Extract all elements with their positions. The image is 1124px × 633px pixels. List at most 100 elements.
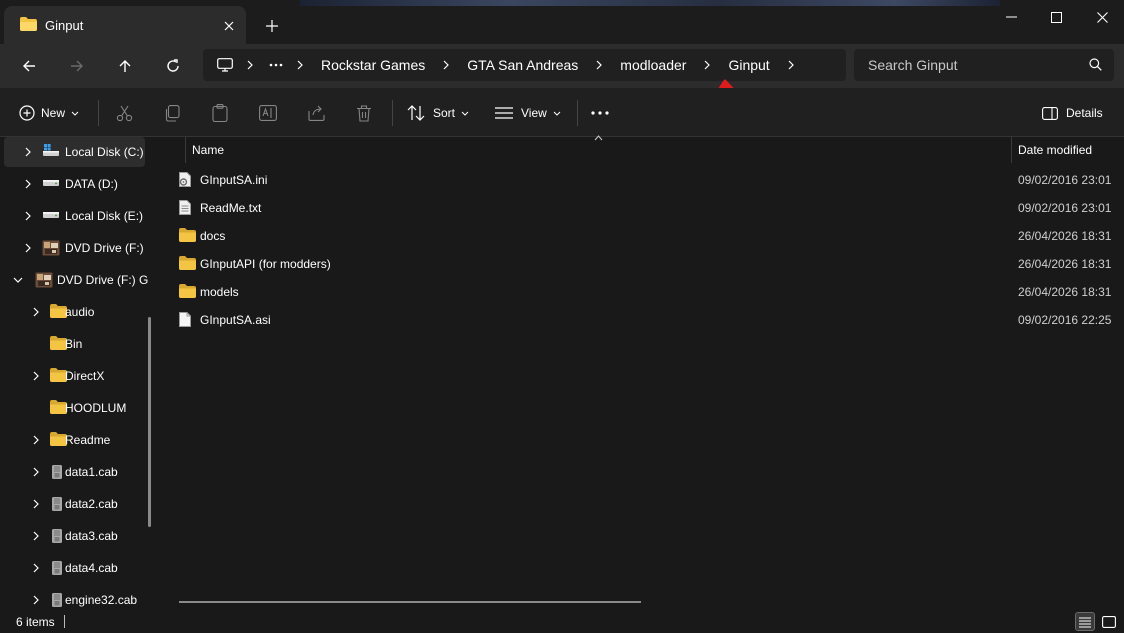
sidebar-item-data-d[interactable]: DATA (D:) (4, 169, 145, 199)
up-arrow-icon[interactable] (111, 53, 139, 79)
file-date-modified: 09/02/2016 23:01 (1018, 173, 1112, 187)
chevron-right-icon[interactable] (22, 210, 34, 222)
more-options-icon[interactable] (591, 101, 609, 125)
sidebar-item-data3-cab[interactable]: data3.cab (4, 521, 145, 551)
toolbar-divider (392, 100, 393, 126)
search-icon[interactable] (1089, 58, 1102, 71)
this-pc-icon[interactable] (217, 58, 233, 72)
sidebar-item-dvd-drive-f[interactable]: DVD Drive (F:) (4, 233, 145, 263)
forward-arrow-icon[interactable] (63, 53, 91, 79)
breadcrumb-ginput[interactable]: Ginput (718, 57, 779, 73)
file-row[interactable]: docs 26/04/2026 18:31 (173, 222, 1124, 250)
sidebar-item-label: Bin (65, 337, 83, 351)
breadcrumb-gta-san-andreas[interactable]: GTA San Andreas (457, 57, 588, 73)
file-name: docs (200, 229, 226, 243)
sidebar-item-label: DVD Drive (F:) G (57, 273, 149, 287)
file-name: GInputSA.asi (200, 313, 271, 327)
sidebar-item-dvd-drive-f-g[interactable]: DVD Drive (F:) G (4, 265, 149, 295)
chevron-right-icon[interactable] (22, 242, 34, 254)
paste-icon[interactable] (212, 101, 228, 125)
chevron-right-icon[interactable] (30, 466, 42, 478)
sidebar-item-data2-cab[interactable]: data2.cab (4, 489, 145, 519)
file-row[interactable]: models 26/04/2026 18:31 (173, 278, 1124, 306)
search-box[interactable]: Search Ginput (854, 49, 1114, 81)
tab-ginput[interactable]: Ginput (4, 6, 246, 44)
chevron-right-icon[interactable] (22, 146, 34, 158)
address-bar[interactable]: Rockstar Games GTA San Andreas modloader… (203, 49, 846, 81)
navigation-pane[interactable]: Local Disk (C:) DATA (D:) Local Disk (E:) D… (0, 137, 161, 610)
column-header-name[interactable]: Name (192, 143, 224, 157)
chevron-right-icon[interactable] (780, 60, 802, 70)
sidebar-item-directx[interactable]: DirectX (4, 361, 145, 391)
new-tab-icon[interactable] (260, 14, 284, 38)
breadcrumb-rockstar-games[interactable]: Rockstar Games (311, 57, 435, 73)
text-file-icon (179, 200, 191, 215)
sort-button[interactable]: Sort (407, 101, 469, 125)
chevron-right-icon[interactable] (239, 60, 261, 70)
toolbar-divider (577, 100, 578, 126)
maximize-icon[interactable] (1033, 4, 1079, 30)
chevron-right-icon[interactable] (30, 530, 42, 542)
more-path-icon[interactable] (269, 63, 283, 67)
sidebar-item-data1-cab[interactable]: data1.cab (4, 457, 145, 487)
sidebar-item-label: data1.cab (65, 465, 118, 479)
refresh-icon[interactable] (159, 53, 187, 79)
file-row[interactable]: GInputAPI (for modders) 26/04/2026 18:31 (173, 250, 1124, 278)
minimize-icon[interactable] (988, 4, 1034, 30)
sidebar-item-engine32-cab[interactable]: engine32.cab (4, 585, 145, 610)
sidebar-item-hoodlum[interactable]: HOODLUM (4, 393, 145, 423)
chevron-right-icon[interactable] (30, 498, 42, 510)
sidebar-scrollbar[interactable] (148, 317, 151, 527)
file-date-modified: 26/04/2026 18:31 (1018, 257, 1112, 271)
chevron-right-icon[interactable] (30, 370, 42, 382)
breadcrumb-modloader[interactable]: modloader (610, 57, 696, 73)
chevron-right-icon[interactable] (435, 60, 457, 70)
chevron-right-icon[interactable] (30, 594, 42, 606)
tab-title: Ginput (45, 18, 84, 33)
sidebar-item-audio[interactable]: audio (4, 297, 145, 327)
chevron-right-icon[interactable] (30, 434, 42, 446)
chevron-right-icon[interactable] (30, 562, 42, 574)
plus-circle-icon (19, 105, 35, 121)
chevron-right-icon[interactable] (22, 178, 34, 190)
sidebar-item-local-disk-c[interactable]: Local Disk (C:) (4, 137, 145, 167)
file-row[interactable]: GInputSA.ini 09/02/2016 23:01 (173, 166, 1124, 194)
horizontal-scrollbar[interactable] (179, 601, 641, 603)
view-button[interactable]: View (495, 101, 561, 125)
drive-icon (42, 176, 60, 192)
delete-icon[interactable] (356, 101, 372, 125)
navigation-bar: Rockstar Games GTA San Andreas modloader… (0, 44, 1124, 88)
details-pane-button[interactable]: Details (1042, 101, 1103, 125)
sidebar-item-bin[interactable]: Bin (4, 329, 145, 359)
title-bar: Ginput (0, 0, 1124, 44)
chevron-down-icon (461, 111, 469, 116)
file-row[interactable]: ReadMe.txt 09/02/2016 23:01 (173, 194, 1124, 222)
file-icon (179, 312, 191, 327)
column-header-date-modified[interactable]: Date modified (1018, 143, 1092, 157)
cut-icon[interactable] (116, 101, 133, 125)
sidebar-item-readme[interactable]: Readme (4, 425, 145, 455)
chevron-right-icon[interactable] (588, 60, 610, 70)
file-row[interactable]: GInputSA.asi 09/02/2016 22:25 (173, 306, 1124, 334)
chevron-right-icon[interactable] (289, 60, 311, 70)
column-divider[interactable] (1011, 137, 1012, 163)
sidebar-item-local-disk-e[interactable]: Local Disk (E:) (4, 201, 145, 231)
column-divider[interactable] (185, 137, 186, 163)
chevron-down-icon[interactable] (12, 274, 24, 286)
close-tab-icon[interactable] (218, 15, 240, 37)
new-button[interactable]: New (19, 101, 79, 125)
sidebar-item-data4-cab[interactable]: data4.cab (4, 553, 145, 583)
sidebar-item-label: DVD Drive (F:) (65, 241, 144, 255)
rename-icon[interactable] (259, 101, 277, 125)
large-icons-view-icon[interactable] (1099, 612, 1119, 631)
share-icon[interactable] (308, 101, 325, 125)
sidebar-item-label: data2.cab (65, 497, 118, 511)
chevron-right-icon[interactable] (696, 60, 718, 70)
close-window-icon[interactable] (1079, 4, 1124, 30)
drive-icon (42, 208, 60, 224)
copy-icon[interactable] (164, 101, 180, 125)
search-placeholder: Search Ginput (868, 57, 958, 73)
details-view-icon[interactable] (1075, 612, 1095, 631)
back-arrow-icon[interactable] (15, 53, 43, 79)
chevron-right-icon[interactable] (30, 306, 42, 318)
